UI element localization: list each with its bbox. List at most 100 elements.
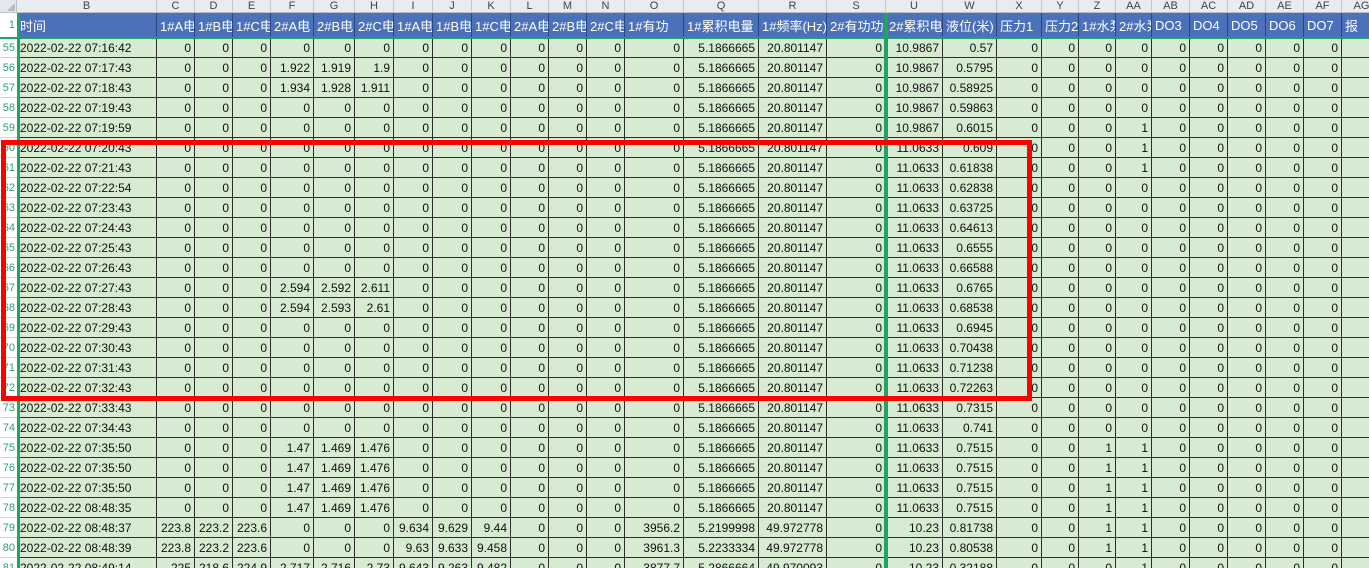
- data-cell[interactable]: 5.2233334: [684, 538, 759, 558]
- data-cell[interactable]: 0: [511, 58, 549, 78]
- data-cell[interactable]: 0: [1152, 338, 1190, 358]
- data-cell[interactable]: [1342, 378, 1369, 398]
- data-cell[interactable]: 0: [1304, 38, 1342, 58]
- data-cell[interactable]: 0: [1228, 138, 1266, 158]
- column-title-cell[interactable]: 报: [1342, 13, 1369, 38]
- data-cell[interactable]: 0: [233, 418, 271, 438]
- data-cell[interactable]: 9.44: [472, 518, 511, 538]
- column-title-cell[interactable]: 2#累积电: [886, 13, 943, 38]
- data-cell[interactable]: 0: [271, 518, 314, 538]
- data-cell[interactable]: 0: [1228, 538, 1266, 558]
- data-cell[interactable]: 0: [587, 38, 625, 58]
- data-cell[interactable]: 10.9867: [886, 118, 943, 138]
- data-cell[interactable]: 0.80538: [943, 538, 997, 558]
- data-cell[interactable]: [1342, 218, 1369, 238]
- data-cell[interactable]: 0: [1042, 458, 1079, 478]
- data-cell[interactable]: 0: [1228, 498, 1266, 518]
- data-cell[interactable]: [1342, 238, 1369, 258]
- data-cell[interactable]: 0: [157, 498, 195, 518]
- data-cell[interactable]: 0: [587, 498, 625, 518]
- data-cell[interactable]: 0: [1042, 178, 1079, 198]
- data-cell[interactable]: 1: [1079, 478, 1116, 498]
- data-cell[interactable]: 9.634: [394, 518, 433, 538]
- time-cell[interactable]: 2022-02-22 07:35:50: [17, 458, 157, 478]
- data-cell[interactable]: 1.476: [355, 458, 394, 478]
- column-header-M[interactable]: M: [549, 0, 587, 13]
- data-cell[interactable]: 0.59863: [943, 98, 997, 118]
- row-header[interactable]: 75: [0, 438, 17, 458]
- data-cell[interactable]: 3877.7: [625, 558, 684, 568]
- data-cell[interactable]: 0: [1228, 238, 1266, 258]
- data-cell[interactable]: 0: [433, 398, 472, 418]
- data-cell[interactable]: 0: [1266, 338, 1304, 358]
- column-title-cell[interactable]: 1#B电: [433, 13, 472, 38]
- data-cell[interactable]: 0: [1228, 458, 1266, 478]
- data-cell[interactable]: 0: [271, 118, 314, 138]
- data-cell[interactable]: 9.482: [472, 558, 511, 568]
- data-cell[interactable]: 0: [1228, 418, 1266, 438]
- data-cell[interactable]: 1: [1116, 538, 1152, 558]
- data-cell[interactable]: 0: [1042, 258, 1079, 278]
- data-cell[interactable]: 0: [157, 478, 195, 498]
- row-header[interactable]: 55: [0, 38, 17, 58]
- data-cell[interactable]: [1342, 158, 1369, 178]
- data-cell[interactable]: 0: [1304, 458, 1342, 478]
- row-header[interactable]: 56: [0, 58, 17, 78]
- data-cell[interactable]: 0: [1266, 518, 1304, 538]
- row-header[interactable]: 1: [0, 13, 17, 38]
- data-cell[interactable]: 0: [1190, 198, 1228, 218]
- data-cell[interactable]: [1342, 458, 1369, 478]
- data-cell[interactable]: 1.47: [271, 498, 314, 518]
- data-cell[interactable]: 0: [1079, 338, 1116, 358]
- data-cell[interactable]: 0: [195, 498, 233, 518]
- data-cell[interactable]: 0: [233, 98, 271, 118]
- data-cell[interactable]: 0: [1304, 518, 1342, 538]
- data-cell[interactable]: 0: [1152, 398, 1190, 418]
- data-cell[interactable]: 0: [1266, 358, 1304, 378]
- data-cell[interactable]: 1: [1116, 558, 1152, 568]
- data-cell[interactable]: 0: [997, 498, 1042, 518]
- data-cell[interactable]: 0.7315: [943, 398, 997, 418]
- data-cell[interactable]: 3956.2: [625, 518, 684, 538]
- data-cell[interactable]: 0: [1190, 278, 1228, 298]
- data-cell[interactable]: 0: [1266, 158, 1304, 178]
- data-cell[interactable]: 0: [1228, 278, 1266, 298]
- data-cell[interactable]: 0: [1228, 478, 1266, 498]
- data-cell[interactable]: 0: [472, 98, 511, 118]
- data-cell[interactable]: 0: [394, 418, 433, 438]
- data-cell[interactable]: 0: [233, 458, 271, 478]
- data-cell[interactable]: 0: [1116, 238, 1152, 258]
- column-title-cell[interactable]: 2#B电: [549, 13, 587, 38]
- data-cell[interactable]: 20.801147: [759, 58, 827, 78]
- data-cell[interactable]: 0: [511, 478, 549, 498]
- data-cell[interactable]: 0: [233, 478, 271, 498]
- data-cell[interactable]: 1.47: [271, 478, 314, 498]
- data-cell[interactable]: 0: [233, 78, 271, 98]
- data-cell[interactable]: 0: [355, 518, 394, 538]
- time-cell[interactable]: 2022-02-22 07:19:59: [17, 118, 157, 138]
- data-cell[interactable]: 0: [1042, 438, 1079, 458]
- data-cell[interactable]: [1342, 118, 1369, 138]
- column-header-H[interactable]: H: [355, 0, 394, 13]
- data-cell[interactable]: 0: [157, 438, 195, 458]
- data-cell[interactable]: 1: [1116, 158, 1152, 178]
- data-cell[interactable]: 0: [587, 558, 625, 568]
- column-title-cell[interactable]: 2#C电: [587, 13, 625, 38]
- data-cell[interactable]: 0: [1116, 378, 1152, 398]
- column-title-cell[interactable]: DO5: [1228, 13, 1266, 38]
- row-header[interactable]: 78: [0, 498, 17, 518]
- row-header[interactable]: 81: [0, 558, 17, 568]
- data-cell[interactable]: 5.1866665: [684, 418, 759, 438]
- data-cell[interactable]: 0: [433, 438, 472, 458]
- column-header-Z[interactable]: Z: [1079, 0, 1116, 13]
- data-cell[interactable]: 0: [1079, 258, 1116, 278]
- column-title-cell[interactable]: 2#B电: [314, 13, 355, 38]
- data-cell[interactable]: 1: [1079, 458, 1116, 478]
- data-cell[interactable]: 0: [1304, 218, 1342, 238]
- data-cell[interactable]: 1.9: [355, 58, 394, 78]
- data-cell[interactable]: 0: [549, 478, 587, 498]
- data-cell[interactable]: 49.970093: [759, 558, 827, 568]
- data-cell[interactable]: 10.9867: [886, 58, 943, 78]
- data-cell[interactable]: 0: [625, 458, 684, 478]
- data-cell[interactable]: 1.911: [355, 78, 394, 98]
